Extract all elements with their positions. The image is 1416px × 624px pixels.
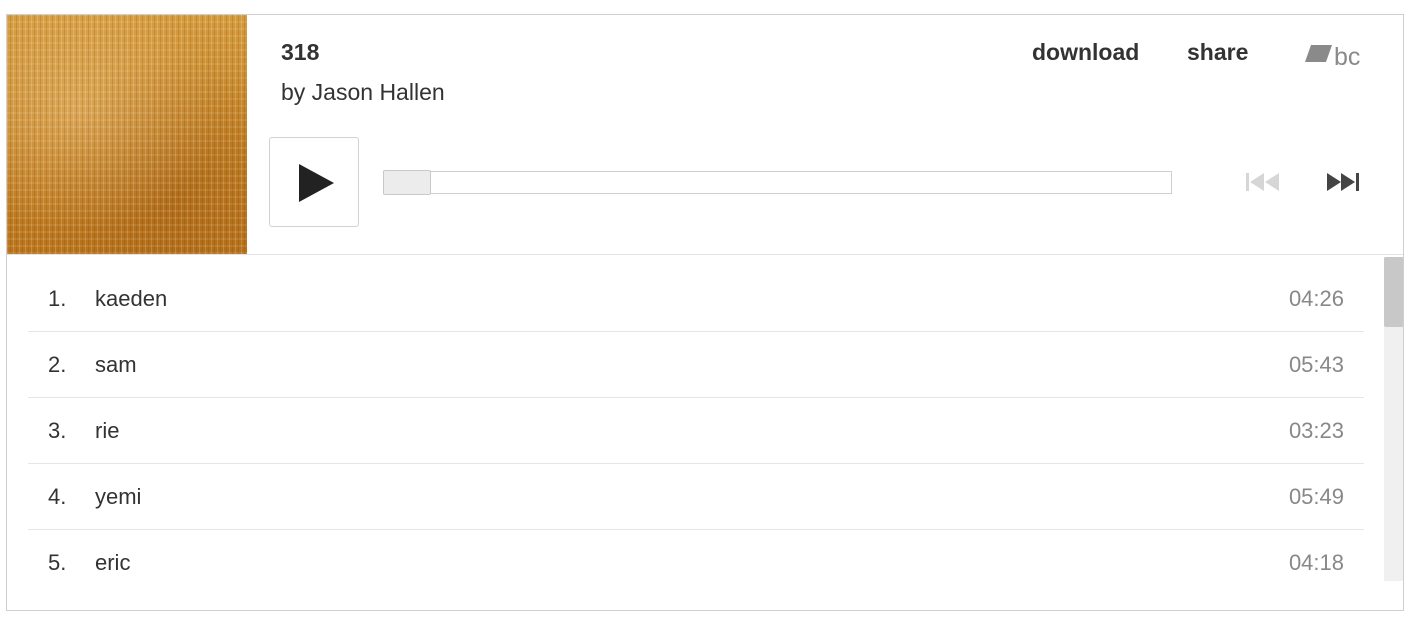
track-row[interactable]: 1. kaeden 04:26: [28, 266, 1364, 332]
previous-track-button[interactable]: [1245, 171, 1281, 193]
player-header: 318 by Jason Hallen download share bc: [7, 15, 1403, 255]
track-row[interactable]: 2. sam 05:43: [28, 332, 1364, 398]
track-title[interactable]: yemi: [95, 484, 141, 510]
track-number: 2.: [48, 352, 67, 377]
track-title[interactable]: sam: [95, 352, 137, 378]
bandcamp-logo-icon: bc: [1305, 43, 1360, 71]
previous-track-icon: [1246, 173, 1279, 191]
track-list: 1. kaeden 04:26 2. sam 05:43 3. rie 03:2…: [7, 255, 1403, 610]
track-duration: 04:18: [1288, 550, 1344, 575]
download-link[interactable]: download: [1032, 39, 1139, 66]
track-number: 3.: [48, 418, 67, 443]
scrollbar-thumb[interactable]: [1384, 257, 1403, 327]
track-number: 5.: [48, 550, 67, 575]
embedded-album-player: 318 by Jason Hallen download share bc 1.…: [6, 14, 1404, 611]
next-track-icon: [1327, 173, 1359, 191]
track-title[interactable]: rie: [95, 418, 119, 444]
track-row[interactable]: 4. yemi 05:49: [28, 464, 1364, 530]
logo-text: bc: [1334, 43, 1360, 69]
track-row[interactable]: 3. rie 03:23: [28, 398, 1364, 464]
share-link[interactable]: share: [1187, 39, 1248, 66]
bandcamp-logo[interactable]: bc: [1305, 43, 1369, 71]
track-title[interactable]: kaeden: [95, 286, 167, 312]
tracklist-scrollbar[interactable]: [1384, 257, 1403, 581]
track-duration: 03:23: [1288, 418, 1344, 443]
track-title[interactable]: eric: [95, 550, 130, 576]
track-duration: 05:49: [1288, 484, 1344, 509]
track-duration: 04:26: [1288, 286, 1344, 311]
track-number: 1.: [48, 286, 67, 311]
progress-track[interactable]: [383, 170, 1172, 195]
track-number: 4.: [48, 484, 67, 509]
album-title[interactable]: 318: [281, 39, 319, 66]
play-icon: [299, 164, 334, 202]
progress-handle[interactable]: [383, 170, 431, 195]
artist-name[interactable]: by Jason Hallen: [281, 79, 445, 106]
next-track-button[interactable]: [1325, 171, 1361, 193]
play-button[interactable]: [269, 137, 359, 227]
track-row[interactable]: 5. eric 04:18: [28, 530, 1364, 596]
album-artwork[interactable]: [7, 15, 247, 254]
track-duration: 05:43: [1288, 352, 1344, 377]
